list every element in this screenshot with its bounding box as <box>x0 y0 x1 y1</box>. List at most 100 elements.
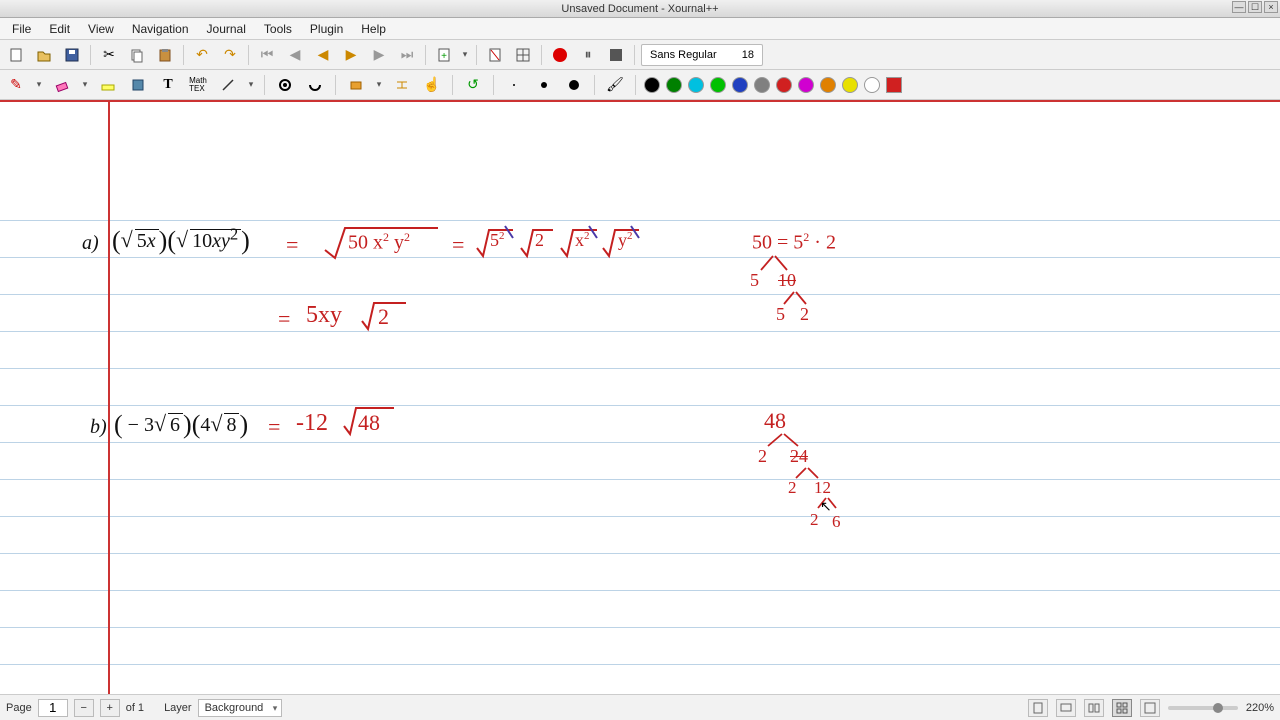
menu-tools[interactable]: Tools <box>256 20 300 38</box>
view-single-page-button[interactable] <box>1028 699 1048 717</box>
page-number-input[interactable] <box>38 699 68 717</box>
color-picker-button[interactable]: 🖌 <box>603 73 627 97</box>
color-white[interactable] <box>864 77 880 93</box>
hand-a-tree-10: 10 <box>778 270 796 291</box>
menu-navigation[interactable]: Navigation <box>124 20 197 38</box>
pen-dropdown[interactable]: ▾ <box>34 79 44 90</box>
menu-plugin[interactable]: Plugin <box>302 20 351 38</box>
hand-b-tree-24: 24 <box>790 446 808 467</box>
hand-b-tree-2b: 2 <box>788 478 797 498</box>
pause-button[interactable]: ⏸ <box>576 43 600 67</box>
shape-recognizer-button[interactable] <box>273 73 297 97</box>
menu-file[interactable]: File <box>4 20 39 38</box>
vertical-space-tool[interactable] <box>390 73 414 97</box>
hand-a-side-eq: 50 = 52 · 2 <box>752 230 836 255</box>
pen-tool[interactable]: ✎ <box>4 73 28 97</box>
prev-page-button[interactable]: ◀ <box>283 43 307 67</box>
text-tool[interactable]: T <box>156 73 180 97</box>
color-black[interactable] <box>644 77 660 93</box>
new-page-after-button[interactable]: + <box>432 43 456 67</box>
thick-stroke-button[interactable] <box>562 73 586 97</box>
font-name-input[interactable] <box>648 48 728 62</box>
first-page-button[interactable]: ⏮ <box>255 43 279 67</box>
next-page-button[interactable]: ▶ <box>367 43 391 67</box>
highlighter-tool[interactable] <box>96 73 120 97</box>
view-paired-button[interactable] <box>1084 699 1104 717</box>
view-fullscreen-button[interactable] <box>1140 699 1160 717</box>
font-size-input[interactable] <box>732 48 756 62</box>
shape-line-tool[interactable] <box>216 73 240 97</box>
problem-a-expression: (5x)(10xy2) <box>112 224 250 254</box>
view-grid-button[interactable] <box>1112 699 1132 717</box>
zoom-slider[interactable] <box>1168 706 1238 710</box>
eraser-dropdown[interactable]: ▾ <box>80 79 90 90</box>
color-red[interactable] <box>776 77 792 93</box>
last-page-button[interactable]: ⏭ <box>395 43 419 67</box>
new-page-dropdown[interactable]: ▾ <box>460 49 470 60</box>
open-button[interactable] <box>32 43 56 67</box>
select-rect-tool[interactable] <box>344 73 368 97</box>
view-presentation-button[interactable] <box>1056 699 1076 717</box>
color-orange[interactable] <box>820 77 836 93</box>
fill-color[interactable] <box>886 77 902 93</box>
hand-b-tree-6: 6 <box>832 512 841 532</box>
page-up-button[interactable]: + <box>100 699 120 717</box>
hand-a-step3b: 2 <box>378 304 389 330</box>
thin-stroke-button[interactable] <box>502 73 526 97</box>
draw-circle-button[interactable] <box>303 73 327 97</box>
color-gray[interactable] <box>754 77 770 93</box>
next-annot-button[interactable]: ▶ <box>339 43 363 67</box>
new-button[interactable] <box>4 43 28 67</box>
cut-button[interactable]: ✂ <box>97 43 121 67</box>
color-blue[interactable] <box>732 77 748 93</box>
layer-selector[interactable]: Background ▾ <box>198 699 283 717</box>
menu-journal[interactable]: Journal <box>199 20 254 38</box>
redo-button[interactable]: ↷ <box>218 43 242 67</box>
page-down-button[interactable]: − <box>74 699 94 717</box>
prev-annot-button[interactable]: ◀ <box>311 43 335 67</box>
equals-a1: = <box>286 232 298 258</box>
layer-label: Layer <box>164 702 192 714</box>
statusbar: Page − + of 1 Layer Background ▾ 220% <box>0 694 1280 720</box>
color-yellow[interactable] <box>842 77 858 93</box>
window-title: Unsaved Document - Xournal++ <box>561 3 718 15</box>
equals-a3: = <box>278 306 290 332</box>
page-total: of 1 <box>126 702 144 714</box>
close-window-button[interactable]: × <box>1264 1 1278 13</box>
hand-a-step2-5sq: 52 <box>490 230 505 251</box>
hand-b-tree-2a: 2 <box>758 446 767 467</box>
record-button[interactable] <box>548 43 572 67</box>
undo-button[interactable]: ↶ <box>190 43 214 67</box>
hand-a-tree-5b: 5 <box>776 304 785 325</box>
medium-stroke-button[interactable] <box>532 73 556 97</box>
hand-b-tree-2c: 2 <box>810 510 819 530</box>
page-label: Page <box>6 702 32 714</box>
menu-edit[interactable]: Edit <box>41 20 78 38</box>
canvas[interactable]: a) (5x)(10xy2) = 50 x2 y2 = 52 2 x2 y2 =… <box>0 100 1280 694</box>
delete-page-button[interactable] <box>483 43 507 67</box>
tex-tool[interactable]: MathTEX <box>186 73 210 97</box>
maximize-button[interactable]: ☐ <box>1248 1 1262 13</box>
menu-view[interactable]: View <box>80 20 122 38</box>
color-magenta[interactable] <box>798 77 814 93</box>
mouse-cursor: ↖ <box>820 498 832 515</box>
eraser-tool[interactable] <box>50 73 74 97</box>
menubar: File Edit View Navigation Journal Tools … <box>0 18 1280 40</box>
save-button[interactable] <box>60 43 84 67</box>
paste-button[interactable] <box>153 43 177 67</box>
color-lightblue[interactable] <box>688 77 704 93</box>
shape-dropdown[interactable]: ▾ <box>246 79 256 90</box>
copy-button[interactable] <box>125 43 149 67</box>
color-lightgreen[interactable] <box>710 77 726 93</box>
color-green[interactable] <box>666 77 682 93</box>
ruled-paper-lines <box>0 102 1280 694</box>
select-region-tool[interactable] <box>126 73 150 97</box>
select-dropdown[interactable]: ▾ <box>374 79 384 90</box>
font-selector[interactable] <box>641 44 763 66</box>
default-tool-button[interactable]: ↺ <box>461 73 485 97</box>
menu-help[interactable]: Help <box>353 20 394 38</box>
minimize-button[interactable]: — <box>1232 1 1246 13</box>
toggle-grid-button[interactable] <box>511 43 535 67</box>
stop-button[interactable] <box>604 43 628 67</box>
hand-tool[interactable]: ☝ <box>420 73 444 97</box>
